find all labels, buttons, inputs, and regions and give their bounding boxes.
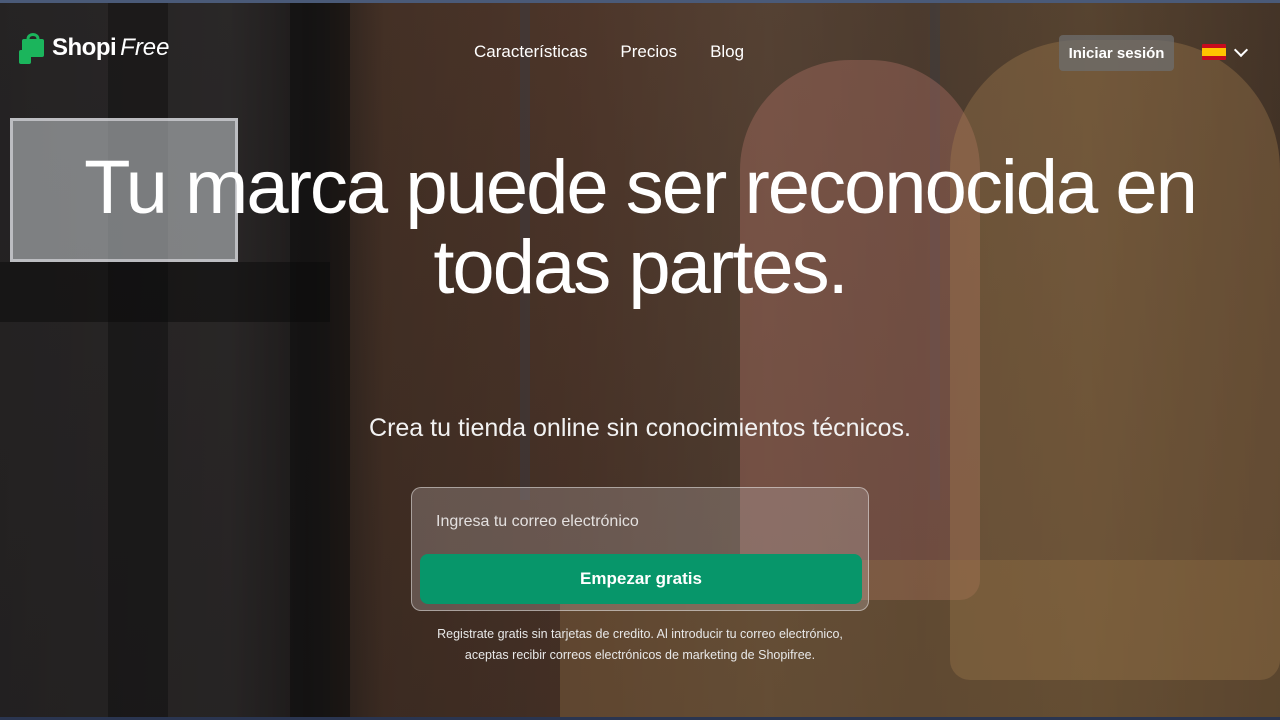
- door-post-image: [108, 0, 168, 720]
- login-button[interactable]: Iniciar sesión: [1059, 35, 1174, 71]
- door-post-image: [290, 0, 350, 720]
- brand-name-italic: Free: [120, 34, 170, 61]
- hero-headline: Tu marca puede ser reconocida en todas p…: [84, 145, 1198, 310]
- chevron-down-icon: [1233, 42, 1249, 58]
- hero-background: [0, 0, 1280, 720]
- disclaimer-line-2: aceptas recibir correos electrónicos de …: [464, 648, 816, 662]
- disclaimer-line-1: Registrate gratis sin tarjetas de credit…: [437, 627, 843, 641]
- top-border: [0, 0, 1280, 3]
- language-selector[interactable]: [1202, 42, 1249, 60]
- signup-disclaimer: Registrate gratis sin tarjetas de credit…: [340, 624, 940, 666]
- spain-flag-icon: [1202, 44, 1226, 60]
- nav-item-caracteristicas[interactable]: Características: [474, 42, 587, 62]
- main-nav: Características Precios Blog: [474, 42, 744, 62]
- start-free-button[interactable]: Empezar gratis: [420, 554, 862, 604]
- shopping-bag-icon: [18, 30, 48, 66]
- signup-form: Empezar gratis: [411, 487, 869, 611]
- email-input[interactable]: [426, 502, 846, 542]
- nav-item-blog[interactable]: Blog: [710, 42, 744, 62]
- brand-name: Shopi: [52, 34, 117, 61]
- logo-link[interactable]: Shopi Free: [18, 30, 170, 66]
- hero-subheadline: Crea tu tienda online sin conocimientos …: [369, 414, 911, 442]
- nav-item-precios[interactable]: Precios: [620, 42, 677, 62]
